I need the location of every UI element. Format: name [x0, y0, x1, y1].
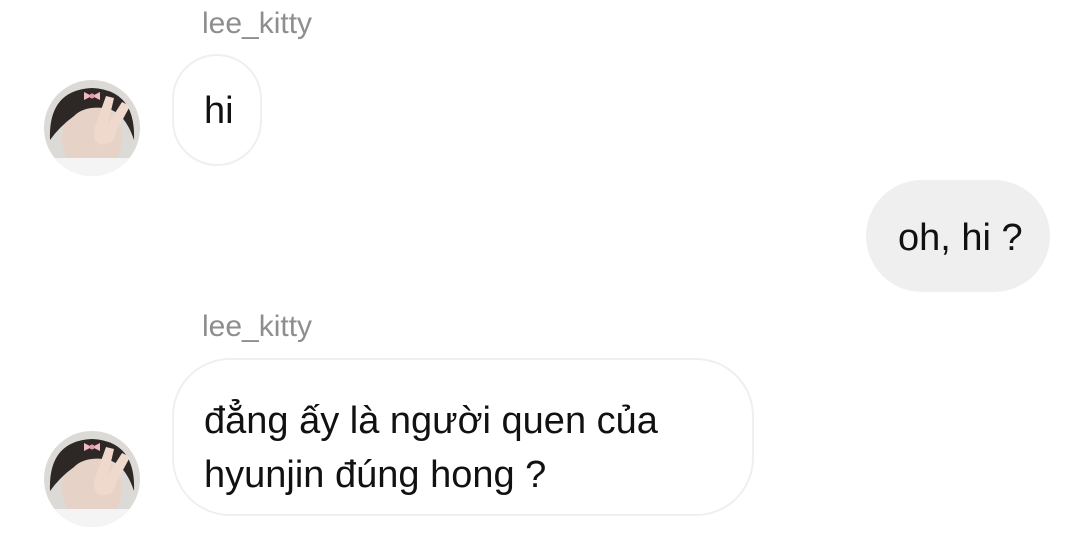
- message-text-line: hyunjin đúng hong ?: [204, 454, 547, 496]
- sender-name: lee_kitty: [202, 310, 313, 343]
- avatar[interactable]: [44, 431, 140, 527]
- avatar[interactable]: [44, 80, 140, 176]
- message-bubble-outgoing[interactable]: oh, hi ?: [866, 180, 1050, 292]
- message-text-line: đẳng ấy là người quen của: [204, 400, 658, 442]
- avatar-photo-icon: [44, 431, 140, 527]
- sender-name: lee_kitty: [202, 7, 313, 40]
- message-text: oh, hi ?: [898, 217, 1023, 259]
- message-bubble[interactable]: đẳng ấy là người quen của hyunjin đúng h…: [172, 358, 754, 516]
- chat-thread: lee_kitty hi oh, hi ? lee_kitty đẳng ấy …: [0, 0, 1080, 545]
- avatar-photo-icon: [44, 80, 140, 176]
- message-text: hi: [204, 90, 234, 132]
- message-bubble[interactable]: hi: [172, 54, 262, 166]
